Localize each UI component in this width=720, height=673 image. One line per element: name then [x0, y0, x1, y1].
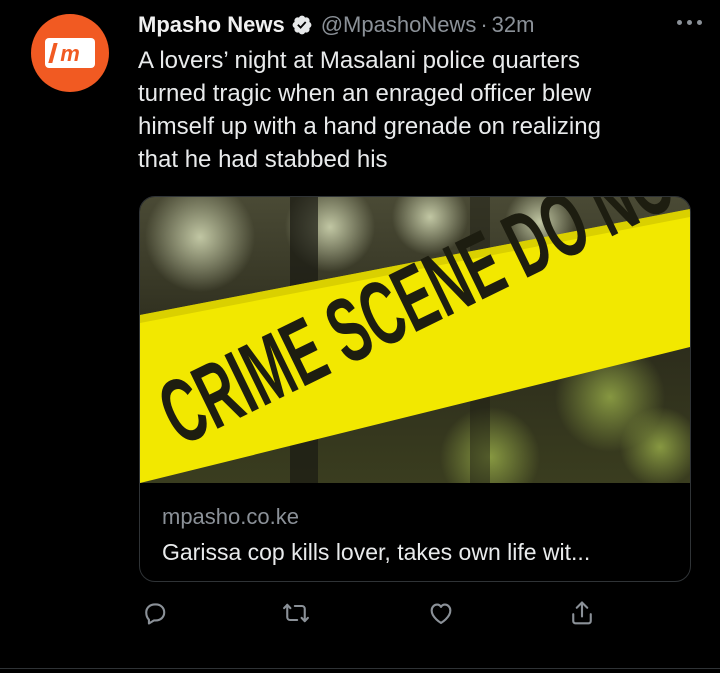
card-meta[interactable]: mpasho.co.ke Garissa cop kills lover, ta… — [162, 502, 674, 568]
mpasho-logo-icon: m — [45, 38, 95, 68]
tweet-actions — [0, 593, 720, 633]
tweet-text-line: that he had stabbed his — [138, 146, 388, 173]
tweet-header: Mpasho News @MpashoNews · 32m — [138, 10, 704, 40]
link-card[interactable]: CRIME SCENE DO NOT CROSS mpasho.co.ke Ga… — [139, 196, 691, 582]
display-name[interactable]: Mpasho News — [138, 12, 285, 38]
card-domain: mpasho.co.ke — [162, 504, 299, 529]
timestamp[interactable]: 32m — [492, 12, 535, 38]
retweet-icon[interactable] — [276, 593, 316, 633]
verified-badge-icon — [291, 14, 313, 36]
like-icon[interactable] — [421, 593, 461, 633]
card-image[interactable]: CRIME SCENE DO NOT CROSS — [140, 197, 690, 483]
handle[interactable]: @MpashoNews — [321, 12, 477, 38]
more-options-icon[interactable] — [675, 14, 704, 31]
tweet-text-line: turned tragic when an enraged officer bl… — [138, 80, 592, 107]
svg-text:m: m — [60, 41, 80, 66]
separator-dot: · — [480, 12, 488, 37]
reply-icon[interactable] — [135, 593, 175, 633]
avatar[interactable]: m — [31, 14, 109, 92]
tweet-text-line: himself up with a hand grenade on realiz… — [138, 113, 601, 140]
tweet-text: A lovers’ night at Masalani police quart… — [138, 44, 698, 176]
tweet-text-line: A lovers’ night at Masalani police quart… — [138, 47, 581, 74]
divider — [0, 668, 720, 669]
share-icon[interactable] — [562, 593, 602, 633]
card-title: Garissa cop kills lover, takes own life … — [162, 539, 591, 565]
